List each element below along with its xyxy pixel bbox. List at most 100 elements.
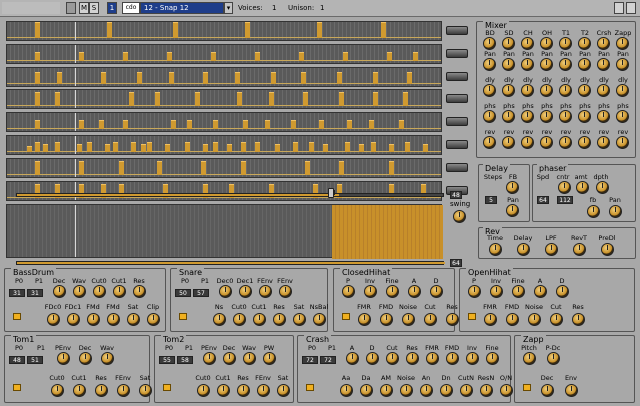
mixer-dly-knob[interactable] <box>616 84 629 97</box>
step-bar[interactable] <box>169 72 174 84</box>
step-bar[interactable] <box>77 144 82 152</box>
step-bar[interactable] <box>167 52 172 61</box>
step-bar[interactable] <box>255 142 260 152</box>
openhihat-param-knob[interactable] <box>512 285 525 298</box>
bassdrum-param-knob[interactable] <box>127 313 140 326</box>
mixer-rev-knob[interactable] <box>540 136 553 149</box>
crash-p1-value[interactable]: 72 <box>320 356 336 364</box>
mixer-dly-knob[interactable] <box>540 84 553 97</box>
closedhihat-param-knob[interactable] <box>380 313 393 326</box>
step-bar[interactable] <box>35 72 40 84</box>
bassdrum-trigger-button[interactable] <box>13 313 21 320</box>
openhihat-param-knob[interactable] <box>506 313 519 326</box>
delay-steps-value[interactable]: 5 <box>485 196 497 204</box>
channel-field[interactable]: 1 <box>107 2 117 14</box>
step-bar[interactable] <box>245 22 250 38</box>
step-bar[interactable] <box>147 142 152 152</box>
step-bar[interactable] <box>187 120 192 129</box>
step-bar[interactable] <box>369 120 374 129</box>
step-bar[interactable] <box>213 142 218 152</box>
step-bar[interactable] <box>299 52 304 61</box>
pattern-value[interactable]: 64 <box>450 259 462 267</box>
closedhihat-param-knob[interactable] <box>342 285 355 298</box>
sequencer-track[interactable] <box>6 89 442 109</box>
tom2-param-knob[interactable] <box>197 384 210 397</box>
tom1-param-knob[interactable] <box>139 384 152 397</box>
step-bar[interactable] <box>345 142 350 152</box>
solo-button[interactable]: S <box>89 2 99 14</box>
mixer-Pan-knob[interactable] <box>540 58 553 71</box>
mixer-Pan-knob[interactable] <box>483 58 496 71</box>
step-bar[interactable] <box>165 144 170 152</box>
tom1-param-knob[interactable] <box>95 384 108 397</box>
step-bar[interactable] <box>141 144 146 152</box>
step-bar[interactable] <box>339 161 344 175</box>
bassdrum-param-knob[interactable] <box>47 313 60 326</box>
step-bar[interactable] <box>271 72 276 84</box>
step-bar[interactable] <box>359 144 364 152</box>
step-bar[interactable] <box>237 92 242 106</box>
rev-revt-knob[interactable] <box>573 243 586 256</box>
bassdrum-param-knob[interactable] <box>113 285 126 298</box>
mixer-level-knob[interactable] <box>597 37 610 50</box>
step-bar[interactable] <box>275 144 280 152</box>
rev-delay-knob[interactable] <box>517 243 530 256</box>
tom2-param-knob[interactable] <box>243 352 256 365</box>
chevron-down-icon[interactable]: ▾ <box>224 2 233 14</box>
snare-param-knob[interactable] <box>213 313 226 326</box>
unison-value[interactable]: 1 <box>320 4 324 12</box>
tom2-param-knob[interactable] <box>217 384 230 397</box>
step-bar[interactable] <box>373 72 378 84</box>
rev-predl-knob[interactable] <box>601 243 614 256</box>
mixer-level-knob[interactable] <box>616 37 629 50</box>
openhihat-param-knob[interactable] <box>534 285 547 298</box>
crash-param-knob[interactable] <box>340 384 353 397</box>
zapp-trigger-button[interactable] <box>523 384 531 391</box>
step-bar[interactable] <box>347 120 352 129</box>
snare-param-knob[interactable] <box>313 313 326 326</box>
step-bar[interactable] <box>337 72 342 84</box>
crash-trigger-button[interactable] <box>306 384 314 391</box>
openhihat-trigger-button[interactable] <box>468 313 476 320</box>
step-bar[interactable] <box>309 142 314 152</box>
closedhihat-param-knob[interactable] <box>430 285 443 298</box>
track-select-button[interactable] <box>446 140 468 149</box>
step-bar[interactable] <box>301 72 306 84</box>
tom2-param-knob[interactable] <box>263 352 276 365</box>
crash-param-knob[interactable] <box>406 352 419 365</box>
length-slider[interactable] <box>16 193 444 197</box>
mixer-rev-knob[interactable] <box>559 136 572 149</box>
openhihat-param-knob[interactable] <box>556 285 569 298</box>
snare-param-knob[interactable] <box>273 313 286 326</box>
step-bar[interactable] <box>399 120 404 129</box>
step-bar[interactable] <box>107 22 112 38</box>
step-bar[interactable] <box>137 72 142 84</box>
pattern-slider[interactable] <box>16 261 445 265</box>
track-select-button[interactable] <box>446 117 468 126</box>
zapp-param-knob[interactable] <box>547 352 560 365</box>
zapp-param-knob[interactable] <box>523 352 536 365</box>
bassdrum-p1-value[interactable]: 31 <box>27 289 43 297</box>
mixer-phs-knob[interactable] <box>502 110 515 123</box>
snare-param-knob[interactable] <box>253 313 266 326</box>
crash-param-knob[interactable] <box>380 384 393 397</box>
mixer-phs-knob[interactable] <box>540 110 553 123</box>
step-bar[interactable] <box>157 161 162 175</box>
closedhihat-trigger-button[interactable] <box>342 313 350 320</box>
snare-trigger-button[interactable] <box>179 313 187 320</box>
step-bar[interactable] <box>317 22 322 38</box>
crash-param-knob[interactable] <box>400 384 413 397</box>
step-bar[interactable] <box>387 52 392 61</box>
step-bar[interactable] <box>35 120 40 129</box>
step-bar[interactable] <box>201 161 206 175</box>
closedhihat-param-knob[interactable] <box>402 313 415 326</box>
openhihat-param-knob[interactable] <box>550 313 563 326</box>
phaser-spd-value[interactable]: 64 <box>537 196 549 204</box>
mixer-rev-knob[interactable] <box>616 136 629 149</box>
crash-param-knob[interactable] <box>440 384 453 397</box>
tom2-param-knob[interactable] <box>257 384 270 397</box>
step-bar[interactable] <box>79 120 84 129</box>
step-bar[interactable] <box>195 92 200 106</box>
step-bar[interactable] <box>293 142 298 152</box>
step-bar[interactable] <box>323 144 328 152</box>
